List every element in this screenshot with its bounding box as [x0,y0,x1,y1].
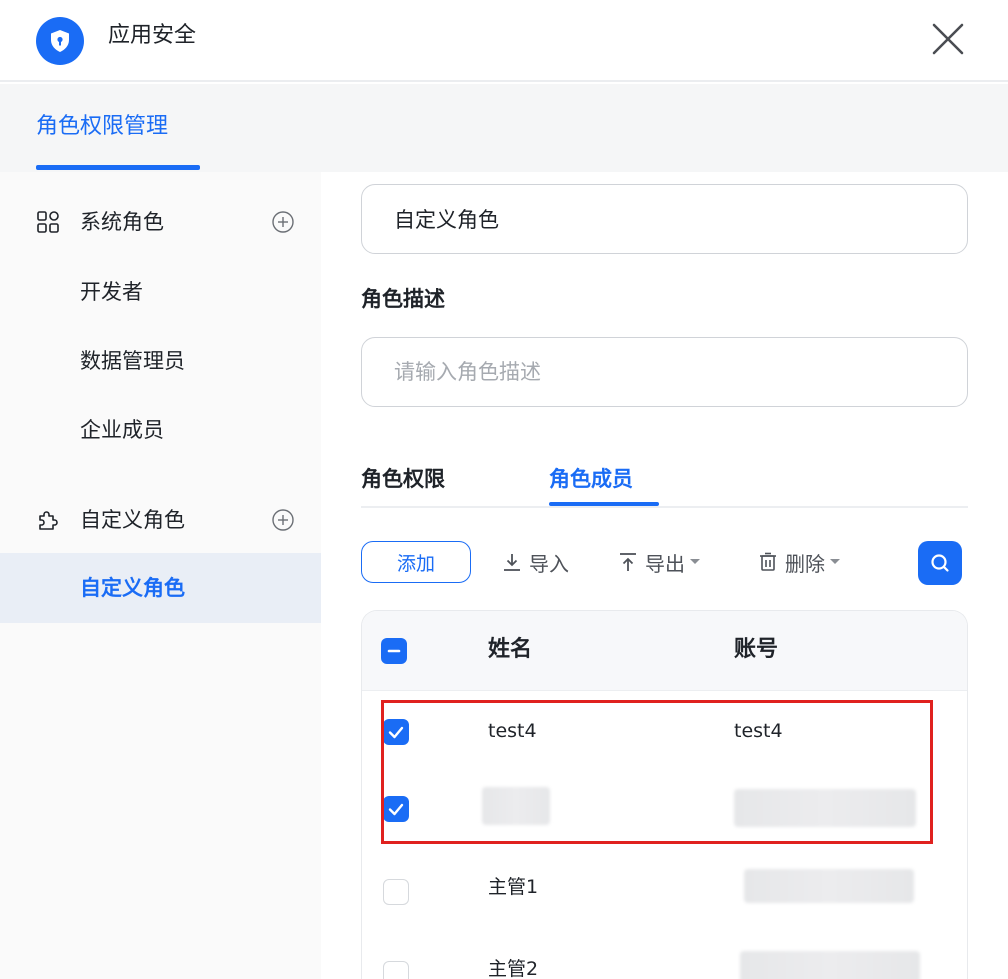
table-row[interactable]: test4 test4 [362,695,967,769]
tab-role-permission-management[interactable]: 角色权限管理 [36,110,168,144]
import-icon [504,554,520,571]
table-row[interactable]: 主管2 [362,933,967,979]
caret-down-icon [690,559,700,564]
sidebar-item-label: 数据管理员 [80,349,185,373]
sidebar-item-developer[interactable]: 开发者 [0,263,321,321]
export-button[interactable]: 导出 [617,542,707,582]
add-button[interactable]: 添加 [361,541,471,583]
title-bar: 应用安全 [0,0,1008,82]
table-row[interactable]: 主管1 [362,851,967,925]
grid-apps-icon [36,210,60,234]
sidebar-group-label: 自定义角色 [80,508,185,532]
trash-icon [760,552,776,571]
plus-circle-icon[interactable] [270,209,296,235]
redacted-name [482,787,550,825]
row-checkbox[interactable] [383,719,409,745]
export-icon [620,553,636,571]
close-icon[interactable] [928,19,968,59]
delete-button[interactable]: 删除 [757,542,847,582]
sidebar: 系统角色 开发者 数据管理员 企业成员 自定义角色 自定义角色 [0,172,321,979]
import-button[interactable]: 导入 [501,542,569,582]
tab-role-permissions[interactable]: 角色权限 [361,462,445,496]
cell-name: 主管2 [488,958,539,979]
description-input[interactable] [361,337,968,407]
row-checkbox[interactable] [383,961,409,979]
caret-down-icon [830,559,840,564]
plus-circle-icon[interactable] [270,507,296,533]
sidebar-group-label: 系统角色 [80,210,164,234]
cell-account: test4 [734,720,783,742]
search-button[interactable] [918,541,962,585]
active-tab-indicator [549,502,659,506]
members-table: 姓名 账号 test4 test4 主管1 主管2 [361,610,968,979]
top-tab-strip: 角色权限管理 [0,84,1008,172]
active-tab-indicator [36,165,200,170]
delete-label: 删除 [785,551,825,576]
column-header-account[interactable]: 账号 [734,633,778,667]
shield-icon [36,17,84,65]
main-panel: 角色描述 角色权限 角色成员 添加 导入 导出 [321,172,1008,979]
redacted-account [744,869,914,903]
row-checkbox[interactable] [383,796,409,822]
import-label: 导入 [529,551,569,576]
row-checkbox[interactable] [383,879,409,905]
table-row[interactable] [362,771,967,845]
redacted-account [734,789,916,827]
redacted-account [740,951,920,979]
select-all-checkbox[interactable] [381,638,407,664]
puzzle-icon [36,508,60,532]
description-label: 角色描述 [361,287,445,311]
export-label: 导出 [645,551,685,576]
sidebar-item-label: 开发者 [80,280,143,304]
sidebar-group-custom-roles[interactable]: 自定义角色 [0,495,321,545]
search-icon [931,554,949,572]
tab-role-members[interactable]: 角色成员 [549,462,633,496]
cell-name: 主管1 [488,876,539,898]
sidebar-item-label: 企业成员 [80,418,164,442]
sidebar-item-enterprise-member[interactable]: 企业成员 [0,401,321,459]
role-tabs: 角色权限 角色成员 [361,452,968,508]
sidebar-group-system-roles[interactable]: 系统角色 [0,197,321,247]
role-name-input[interactable] [361,184,968,254]
sidebar-item-custom-role[interactable]: 自定义角色 [0,553,321,623]
app-title: 应用安全 [108,23,197,48]
column-header-name[interactable]: 姓名 [488,633,532,667]
sidebar-item-label: 自定义角色 [80,576,185,600]
cell-name: test4 [488,720,537,742]
sidebar-item-data-admin[interactable]: 数据管理员 [0,332,321,390]
table-header: 姓名 账号 [362,611,967,691]
